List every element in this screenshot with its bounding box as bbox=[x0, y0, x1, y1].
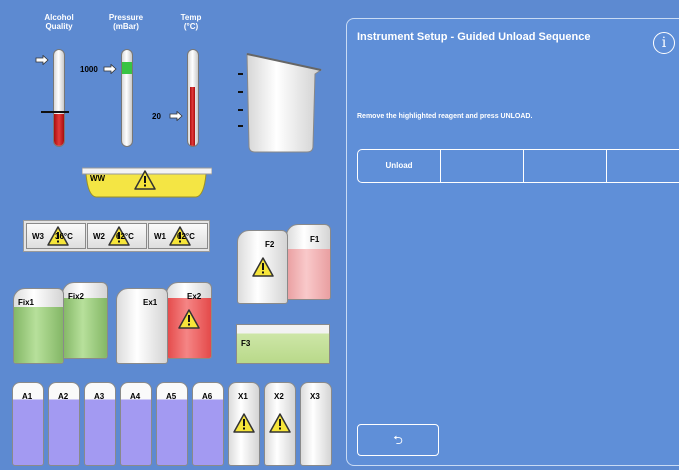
wax-chamber-w3[interactable]: W3 36°C bbox=[26, 223, 86, 249]
pressure-header: Pressure (mBar) bbox=[101, 13, 151, 31]
bottle-x3-label: X3 bbox=[310, 392, 320, 401]
temp-header: Temp (°C) bbox=[166, 13, 216, 31]
tray-f3-label: F3 bbox=[241, 339, 251, 348]
temp-value: 20 bbox=[152, 112, 161, 121]
reagent-bottle-x2[interactable]: X2 bbox=[264, 382, 296, 466]
warning-icon bbox=[134, 170, 156, 190]
temp-label-1: Temp bbox=[180, 13, 202, 22]
container-ex2-label: Ex2 bbox=[187, 292, 202, 301]
bottle-a6-label: A6 bbox=[202, 392, 213, 401]
action-button-2[interactable] bbox=[441, 150, 524, 182]
reagent-tray-f3[interactable]: F3 bbox=[236, 324, 330, 364]
reagent-container-f1[interactable]: F1 bbox=[286, 224, 331, 300]
bottle-x1-label: X1 bbox=[238, 392, 248, 401]
container-f1-label: F1 bbox=[310, 235, 320, 244]
bottle-a2-label: A2 bbox=[58, 392, 69, 401]
temp-gauge bbox=[187, 49, 199, 147]
reagent-bottle-a5[interactable]: A5 bbox=[156, 382, 188, 466]
wax-chamber-w3-temp: 36°C bbox=[55, 232, 73, 241]
pressure-label-2: (mBar) bbox=[113, 22, 139, 31]
alcohol-quality-marker bbox=[41, 111, 69, 113]
reagent-container-ex1[interactable]: Ex1 bbox=[116, 288, 168, 364]
guided-unload-panel: Instrument Setup - Guided Unload Sequenc… bbox=[346, 18, 679, 466]
bottle-a3-label: A3 bbox=[94, 392, 105, 401]
reagent-bottle-a1[interactable]: A1 bbox=[12, 382, 44, 466]
back-button[interactable]: ⮌ bbox=[357, 424, 439, 456]
pressure-arrow-icon bbox=[103, 64, 117, 74]
reagent-bottle-x1[interactable]: X1 bbox=[228, 382, 260, 466]
bottle-a4-label: A4 bbox=[130, 392, 141, 401]
warning-icon bbox=[269, 413, 291, 433]
warning-icon bbox=[233, 413, 255, 433]
wax-chamber-w1[interactable]: W1 62°C bbox=[148, 223, 208, 249]
wax-chamber-w1-temp: 62°C bbox=[177, 232, 195, 241]
reagent-bottle-a6[interactable]: A6 bbox=[192, 382, 224, 466]
action-button-bar: Unload bbox=[357, 149, 679, 183]
reagent-bottle-a2[interactable]: A2 bbox=[48, 382, 80, 466]
reagent-bottle-x3[interactable]: X3 bbox=[300, 382, 332, 466]
retort-icon bbox=[238, 53, 323, 153]
alcohol-quality-gauge bbox=[53, 49, 65, 147]
container-f2-label: F2 bbox=[265, 240, 275, 249]
pressure-value: 1000 bbox=[80, 65, 98, 74]
reagent-bottle-a4[interactable]: A4 bbox=[120, 382, 152, 466]
back-arrow-icon: ⮌ bbox=[393, 433, 403, 447]
bottle-a1-label: A1 bbox=[22, 392, 33, 401]
wax-bath-ww-label: WW bbox=[90, 174, 106, 183]
alcohol-quality-header: Alcohol Quality bbox=[34, 13, 84, 31]
wax-chamber-w2-temp: 62°C bbox=[116, 232, 134, 241]
wax-chamber-w2-name: W2 bbox=[93, 232, 105, 241]
container-ex1-label: Ex1 bbox=[143, 298, 158, 307]
reagent-container-ex2[interactable]: Ex2 bbox=[166, 282, 212, 359]
unload-button[interactable]: Unload bbox=[358, 150, 441, 182]
pressure-green-level bbox=[122, 62, 132, 74]
reagent-container-fix1[interactable]: Fix1 bbox=[13, 288, 64, 364]
reagent-container-f2[interactable]: F2 bbox=[237, 230, 288, 304]
temp-label-2: (°C) bbox=[183, 22, 199, 31]
wax-chamber-w2[interactable]: W2 62°C bbox=[87, 223, 147, 249]
reagent-container-fix2[interactable]: Fix2 bbox=[62, 282, 108, 359]
alcohol-quality-label-2: Quality bbox=[45, 22, 73, 31]
alcohol-quality-arrow-icon bbox=[35, 55, 49, 65]
warning-icon bbox=[252, 257, 274, 277]
alcohol-quality-label-1: Alcohol bbox=[44, 13, 74, 22]
action-button-4[interactable] bbox=[607, 150, 679, 182]
reagent-bottle-a3[interactable]: A3 bbox=[84, 382, 116, 466]
action-button-3[interactable] bbox=[524, 150, 607, 182]
wax-chamber-w3-name: W3 bbox=[32, 232, 44, 241]
bottle-x2-label: X2 bbox=[274, 392, 284, 401]
pressure-label-1: Pressure bbox=[108, 13, 144, 22]
wax-chamber-w1-name: W1 bbox=[154, 232, 166, 241]
warning-icon bbox=[178, 309, 200, 329]
panel-message: Remove the highlighted reagent and press… bbox=[357, 113, 533, 120]
container-fix2-label: Fix2 bbox=[68, 292, 85, 301]
bottle-a5-label: A5 bbox=[166, 392, 177, 401]
container-fix1-label: Fix1 bbox=[18, 298, 35, 307]
panel-title: Instrument Setup - Guided Unload Sequenc… bbox=[357, 31, 591, 43]
info-icon[interactable]: i bbox=[653, 32, 675, 54]
temp-arrow-icon bbox=[169, 111, 183, 121]
